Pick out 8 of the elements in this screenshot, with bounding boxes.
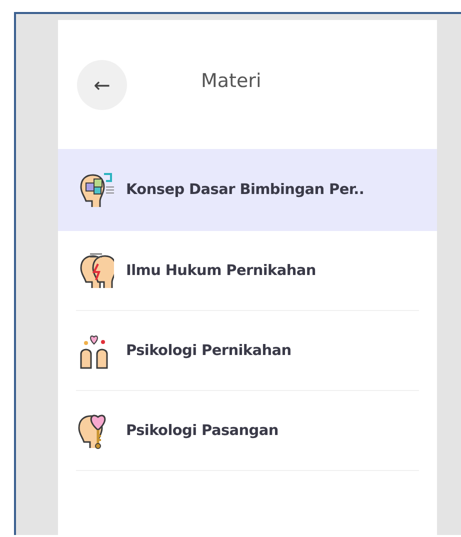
back-button[interactable]: ← <box>77 60 127 110</box>
page-title: Materi <box>201 70 262 92</box>
menu-item[interactable]: Ilmu Hukum Pernikahan <box>76 231 419 311</box>
head-icon <box>78 252 114 290</box>
head-icon <box>78 171 114 209</box>
menu-item[interactable]: Konsep Dasar Bimbingan Per.. <box>58 149 437 231</box>
menu-item[interactable]: Psikologi Pernikahan <box>76 311 419 391</box>
menu-item[interactable]: Psikologi Pasangan <box>76 391 419 471</box>
